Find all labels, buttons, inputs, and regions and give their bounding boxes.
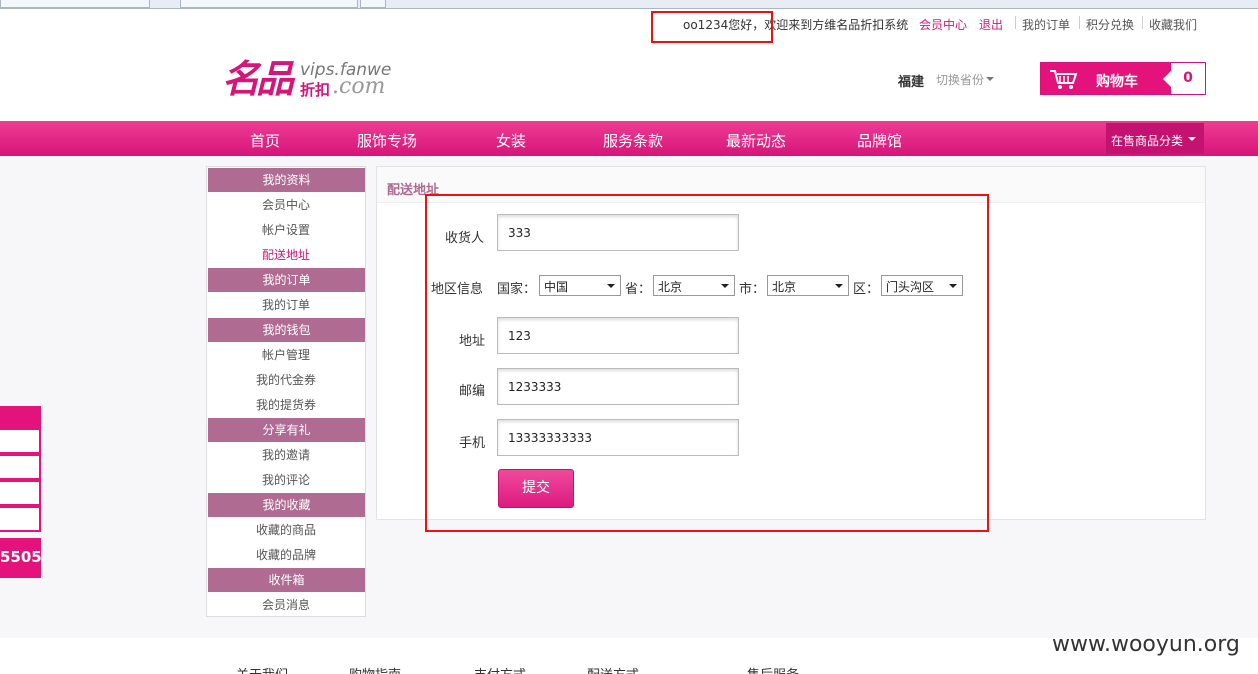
browser-tab[interactable] [180,0,358,8]
logo-domain: .com [332,74,386,99]
footer-guide[interactable]: 购物指南 [349,664,401,674]
district-select[interactable]: 门头沟区 [881,275,963,296]
logout-link[interactable]: 退出 [979,16,1003,33]
sidebar-header-share: 分享有礼 [208,418,365,442]
divider [1015,16,1016,29]
region-label: 地区信息 [431,282,484,297]
footer-payment[interactable]: 支付方式 [474,664,526,674]
browser-tab[interactable] [360,0,386,8]
cart-count: 0 [1183,70,1193,86]
float-header [0,406,41,428]
country-label: 国家： [497,282,537,297]
points-exchange-link[interactable]: 积分兑换 [1086,16,1134,33]
float-item[interactable] [0,506,41,532]
watermark: www.wooyun.org [1052,632,1240,657]
sidebar-item-fav-products[interactable]: 收藏的商品 [207,518,365,542]
sidebar-item-fav-brands[interactable]: 收藏的品牌 [207,543,365,567]
top-bar: oo1234您好，欢迎来到方维名品折扣系统 会员中心 退出 我的订单 积分兑换 … [0,9,1258,37]
address-label: 地址 [459,334,486,349]
province-label: 省： [625,282,652,297]
category-dropdown[interactable]: 在售商品分类 [1106,123,1204,154]
float-item[interactable] [0,480,41,506]
site-logo[interactable]: 名品 vips.fanwe 折扣 .com [222,57,412,101]
receiver-label: 收货人 [445,231,485,246]
country-select[interactable]: 中国 [539,275,621,296]
sidebar-item-vouchers[interactable]: 我的代金券 [207,368,365,392]
district-label: 区： [853,282,880,297]
sidebar-item-delivery-address[interactable]: 配送地址 [207,243,365,267]
divider [1079,16,1080,29]
cart-button[interactable]: 购物车 0 [1040,62,1206,95]
logo-cn: 名品 [222,56,294,101]
floating-service-panel: 5505 [0,406,42,578]
panel-title-bar: 配送地址 [377,167,1205,203]
nav-apparel[interactable]: 服饰专场 [357,130,417,151]
nav-news[interactable]: 最新动态 [726,130,786,151]
sidebar-header-orders: 我的订单 [208,268,365,292]
sidebar-item-messages[interactable]: 会员消息 [207,593,365,617]
nav-home[interactable]: 首页 [250,130,280,151]
footer-aftersales[interactable]: 售后服务 [747,664,799,674]
page-title: 配送地址 [387,183,440,198]
my-orders-link[interactable]: 我的订单 [1022,16,1070,33]
address-input[interactable] [497,317,739,354]
greeting-text: oo1234您好，欢迎来到方维名品折扣系统 [683,18,909,32]
cart-count-box: 0 [1163,63,1205,94]
nav-brands[interactable]: 品牌馆 [857,130,902,151]
province-select[interactable]: 北京 [653,275,735,296]
sidebar-item-account-settings[interactable]: 帐户设置 [207,218,365,242]
nav-women[interactable]: 女装 [496,130,526,151]
footer-about[interactable]: 关于我们 [236,664,288,674]
sidebar-item-my-orders[interactable]: 我的订单 [207,293,365,317]
divider [1142,16,1143,29]
sidebar-item-invitations[interactable]: 我的邀请 [207,443,365,467]
nav-terms[interactable]: 服务条款 [603,130,663,151]
cart-label: 购物车 [1096,74,1138,90]
favorites-link[interactable]: 收藏我们 [1149,16,1197,33]
switch-province-dropdown[interactable]: 切换省份 [936,71,995,88]
zip-input[interactable] [497,368,739,405]
zip-label: 邮编 [459,384,486,399]
current-province: 福建 [898,75,925,90]
city-label: 市： [739,282,766,297]
float-item[interactable] [0,428,41,454]
main-nav: 首页 服饰专场 女装 服务条款 最新动态 品牌馆 在售商品分类 [0,121,1258,156]
sidebar-item-member-center[interactable]: 会员中心 [207,193,365,217]
sidebar-item-pickup-coupons[interactable]: 我的提货券 [207,393,365,417]
city-select[interactable]: 北京 [767,275,849,296]
browser-tab[interactable] [0,0,150,8]
logo-cn-sub: 折扣 [300,81,331,99]
member-center-link[interactable]: 会员中心 [919,16,967,33]
float-item[interactable] [0,454,41,480]
sidebar-header-inbox: 收件箱 [208,568,365,592]
cart-icon [1050,70,1078,89]
footer-delivery[interactable]: 配送方式 [587,664,639,674]
sidebar-item-account-management[interactable]: 帐户管理 [207,343,365,367]
sidebar-header-favorites: 我的收藏 [208,493,365,517]
phone-input[interactable] [497,419,739,456]
sidebar-header-profile: 我的资料 [208,168,365,192]
submit-button[interactable]: 提交 [498,469,574,508]
account-sidebar: 我的资料 会员中心 帐户设置 配送地址 我的订单 我的订单 我的钱包 帐户管理 … [206,166,366,617]
sidebar-header-wallet: 我的钱包 [208,318,365,342]
phone-label: 手机 [459,436,486,451]
receiver-input[interactable] [497,214,739,251]
float-phone: 5505 [0,538,42,578]
browser-tab-strip [0,0,1258,9]
sidebar-item-reviews[interactable]: 我的评论 [207,468,365,492]
